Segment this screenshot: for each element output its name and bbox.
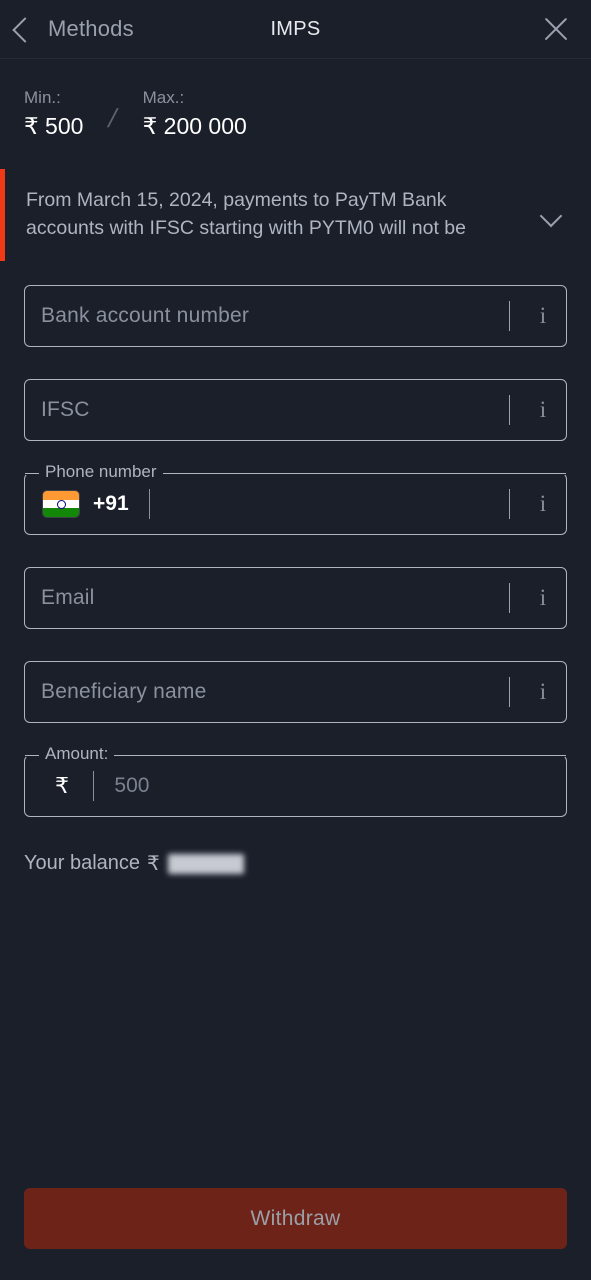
chevron-down-icon[interactable] (539, 204, 563, 228)
ashoka-chakra-icon (56, 499, 66, 509)
bank-account-field[interactable]: Bank account number i (24, 285, 567, 347)
max-limit: Max.: ₹ 200 000 (143, 87, 247, 141)
phone-number-legend: Phone number (45, 462, 157, 482)
balance-currency: ₹ (147, 853, 160, 875)
notice-text: From March 15, 2024, payments to PayTM B… (26, 189, 466, 239)
withdraw-form: Bank account number i IFSC i Phone numbe… (0, 261, 591, 849)
bank-account-placeholder: Bank account number (41, 304, 250, 327)
notice-accent-bar (0, 169, 5, 261)
field-divider (508, 677, 510, 707)
info-icon[interactable]: i (530, 585, 556, 611)
amount-legend-wrap: Amount: (25, 744, 566, 763)
footer: Withdraw (0, 1188, 591, 1280)
back-button[interactable]: Methods (0, 16, 134, 43)
limits-row: Min.: ₹ 500 / Max.: ₹ 200 000 (0, 59, 591, 151)
max-limit-value: ₹ 200 000 (142, 113, 247, 139)
back-button-label: Methods (48, 16, 134, 41)
phone-legend-wrap: Phone number (25, 462, 566, 481)
close-icon[interactable] (539, 12, 573, 46)
email-field[interactable]: Email i (24, 567, 567, 629)
limits-separator: / (105, 103, 121, 133)
info-icon[interactable]: i (530, 397, 556, 423)
flag-stripe-green (43, 508, 79, 517)
dial-code: +91 (93, 492, 129, 515)
field-divider (508, 583, 510, 613)
withdraw-button[interactable]: Withdraw (24, 1188, 567, 1249)
flag-stripe-saffron (43, 491, 79, 500)
legend-segment (114, 754, 566, 756)
info-icon[interactable]: i (530, 303, 556, 329)
india-flag-icon[interactable] (43, 491, 79, 517)
field-divider (508, 489, 510, 519)
balance-row: Your balance ₹ (0, 849, 591, 876)
min-limit-label: Min.: (24, 88, 61, 107)
balance-label: Your balance (24, 852, 141, 874)
beneficiary-name-field[interactable]: Beneficiary name i (24, 661, 567, 723)
legend-segment (25, 754, 39, 756)
ifsc-placeholder: IFSC (41, 398, 90, 421)
amount-field[interactable]: Amount: ₹ 500 (24, 744, 567, 817)
phone-number-field[interactable]: Phone number +91 i (24, 462, 567, 535)
currency-symbol: ₹ (55, 773, 69, 798)
beneficiary-name-placeholder: Beneficiary name (41, 680, 207, 703)
ifsc-field[interactable]: IFSC i (24, 379, 567, 441)
legend-segment (162, 472, 566, 474)
email-placeholder: Email (41, 586, 95, 609)
info-icon[interactable]: i (530, 679, 556, 705)
withdraw-imps-screen: Methods IMPS Min.: ₹ 500 / Max.: ₹ 200 0… (0, 0, 591, 1280)
legend-segment (25, 472, 39, 474)
min-limit: Min.: ₹ 500 (24, 87, 83, 141)
balance-value-redacted (167, 853, 244, 874)
max-limit-label: Max.: (142, 88, 185, 107)
chevron-left-icon (12, 16, 38, 43)
field-divider (508, 395, 510, 425)
app-header: Methods IMPS (0, 0, 591, 59)
text-caret (148, 489, 151, 519)
field-divider (508, 301, 510, 331)
notice-banner[interactable]: From March 15, 2024, payments to PayTM B… (0, 169, 591, 261)
amount-legend: Amount: (45, 744, 109, 764)
min-limit-value: ₹ 500 (24, 113, 84, 139)
info-icon[interactable]: i (530, 491, 556, 517)
amount-placeholder: 500 (114, 774, 150, 797)
